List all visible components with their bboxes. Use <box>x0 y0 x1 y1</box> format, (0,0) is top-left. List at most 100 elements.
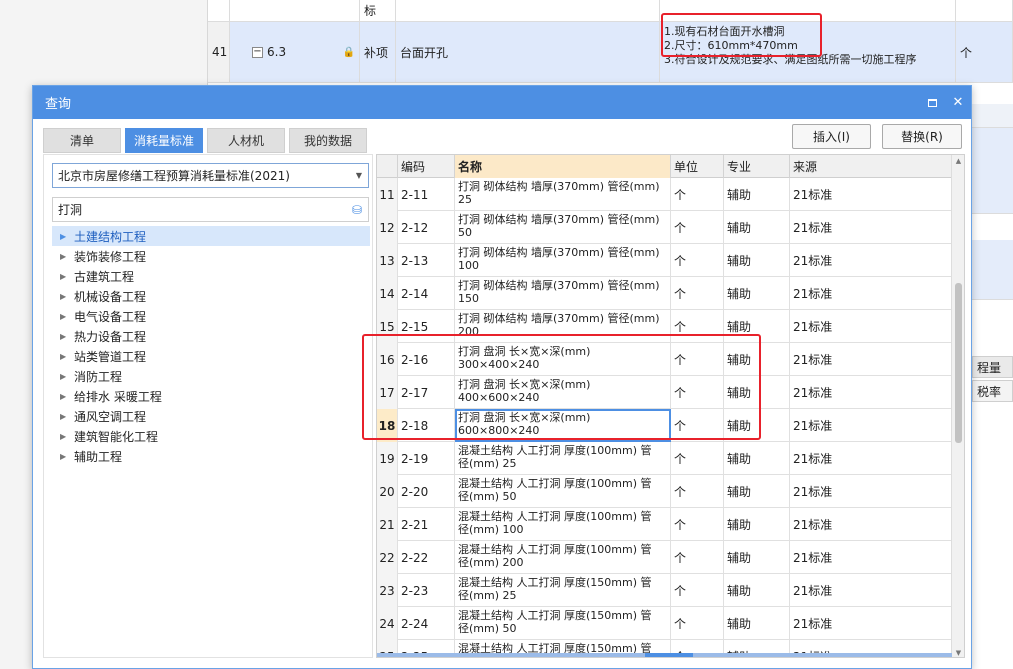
table-row[interactable]: 13 2-13 打洞 砌体结构 墙厚(370mm) 管径(mm) 100 个辅助 21标准 <box>377 244 952 277</box>
column-header-source[interactable]: 来源 <box>790 155 952 178</box>
expand-icon[interactable]: ▶ <box>60 412 74 421</box>
close-button[interactable]: ✕ <box>945 86 971 119</box>
unit-cell: 个 <box>671 574 724 607</box>
unit-cell: 个 <box>671 442 724 475</box>
horizontal-scrollbar-thumb[interactable] <box>645 653 693 657</box>
code-cell: 2-13 <box>398 244 455 277</box>
code-cell[interactable]: − 6.3 🔒 <box>230 22 360 82</box>
expand-icon[interactable]: ▶ <box>60 372 74 381</box>
table-row[interactable]: 12 2-12 打洞 砌体结构 墙厚(370mm) 管径(mm) 50 个辅助 21标准 <box>377 211 952 244</box>
unit-cell: 个 <box>956 22 1013 82</box>
table-row[interactable]: 19 2-19 混凝土结构 人工打洞 厚度(100mm) 管径(mm) 25 个辅助 2… <box>377 442 952 475</box>
name-line-1: 打洞 砌体结构 墙厚(370mm) 管径(mm) <box>458 279 660 292</box>
expand-icon[interactable]: ▶ <box>60 252 74 261</box>
library-select[interactable]: 北京市房屋修缮工程预算消耗量标准(2021) ▼ <box>52 163 369 188</box>
scroll-up-icon[interactable]: ▲ <box>952 155 964 167</box>
name-line-1: 打洞 砌体结构 墙厚(370mm) 管径(mm) <box>458 180 660 193</box>
tree-item[interactable]: ▶ 消防工程 <box>52 366 370 386</box>
source-cell: 21标准 <box>790 343 952 376</box>
column-header-major[interactable]: 专业 <box>724 155 790 178</box>
major-cell: 辅助 <box>724 178 790 211</box>
expand-icon[interactable]: ▶ <box>60 392 74 401</box>
table-row[interactable]: 14 2-14 打洞 砌体结构 墙厚(370mm) 管径(mm) 150 个辅助 21标准 <box>377 277 952 310</box>
source-cell: 21标准 <box>790 442 952 475</box>
name-line-1: 混凝土结构 人工打洞 厚度(100mm) 管 <box>458 444 652 457</box>
code-cell: 2-24 <box>398 607 455 640</box>
name-cell: 打洞 砌体结构 墙厚(370mm) 管径(mm) 150 <box>455 277 671 310</box>
expand-icon[interactable]: ▶ <box>60 312 74 321</box>
tree-item[interactable]: ▶ 机械设备工程 <box>52 286 370 306</box>
table-row[interactable]: 24 2-24 混凝土结构 人工打洞 厚度(150mm) 管径(mm) 50 个辅助 2… <box>377 607 952 640</box>
name-cell: 打洞 砌体结构 墙厚(370mm) 管径(mm) 50 <box>455 211 671 244</box>
tree-item[interactable]: ▶ 装饰装修工程 <box>52 246 370 266</box>
row-number: 14 <box>377 277 398 310</box>
row-number: 41 <box>208 22 230 82</box>
table-row[interactable]: 23 2-23 混凝土结构 人工打洞 厚度(150mm) 管径(mm) 25 个辅助 2… <box>377 574 952 607</box>
scrollbar-thumb[interactable] <box>955 283 962 443</box>
unit-cell: 个 <box>671 178 724 211</box>
name-cell: 混凝土结构 人工打洞 厚度(100mm) 管径(mm) 100 <box>455 508 671 541</box>
column-header-name[interactable]: 名称 <box>455 155 671 178</box>
code-cell: 2-21 <box>398 508 455 541</box>
tab-labor-material-machine[interactable]: 人材机 <box>207 128 286 153</box>
tree-item[interactable]: ▶ 热力设备工程 <box>52 326 370 346</box>
name-line-1: 混凝土结构 人工打洞 厚度(150mm) 管 <box>458 576 652 589</box>
scroll-down-icon[interactable]: ▼ <box>952 647 964 657</box>
tab-my-data[interactable]: 我的数据 <box>289 128 368 153</box>
table-row[interactable]: 22 2-22 混凝土结构 人工打洞 厚度(100mm) 管径(mm) 200 个辅助… <box>377 541 952 574</box>
table-row-41[interactable]: 41 − 6.3 🔒 补项 台面开孔 1.现有石材台面开水槽洞 2.尺寸：610… <box>208 22 1013 83</box>
maximize-button[interactable] <box>919 86 945 119</box>
code-cell: 2-20 <box>398 475 455 508</box>
name-line-2: 径(mm) 50 <box>458 622 517 635</box>
tree-item[interactable]: ▶ 土建结构工程 <box>52 226 370 246</box>
table-row[interactable]: 11 2-11 打洞 砌体结构 墙厚(370mm) 管径(mm) 25 个辅助 21标准 <box>377 178 952 211</box>
major-cell: 辅助 <box>724 475 790 508</box>
source-cell: 21标准 <box>790 376 952 409</box>
dialog-titlebar[interactable]: 查询 ✕ <box>33 86 971 119</box>
unit-cell: 个 <box>671 607 724 640</box>
dialog-title: 查询 <box>45 97 72 112</box>
tab-bar: 清单 消耗量标准 人材机 我的数据 <box>43 128 371 153</box>
expand-icon[interactable]: ▶ <box>60 232 74 241</box>
replace-button[interactable]: 替换(R) <box>882 124 962 149</box>
major-cell: 辅助 <box>724 211 790 244</box>
table-row[interactable]: 21 2-21 混凝土结构 人工打洞 厚度(100mm) 管径(mm) 100 个辅助… <box>377 508 952 541</box>
expand-icon[interactable]: ▶ <box>60 432 74 441</box>
major-cell: 辅助 <box>724 574 790 607</box>
column-header-code[interactable]: 编码 <box>398 155 455 178</box>
code-cell: 2-14 <box>398 277 455 310</box>
tree-item[interactable]: ▶ 辅助工程 <box>52 446 370 466</box>
code-cell: 2-19 <box>398 442 455 475</box>
unit-cell: 个 <box>671 277 724 310</box>
tree-item[interactable]: ▶ 通风空调工程 <box>52 406 370 426</box>
tab-bill[interactable]: 清单 <box>43 128 122 153</box>
expand-icon[interactable]: ▶ <box>60 452 74 461</box>
expand-icon[interactable]: ▶ <box>60 272 74 281</box>
expand-icon[interactable]: ▶ <box>60 332 74 341</box>
library-panel: 北京市房屋修缮工程预算消耗量标准(2021) ▼ 打洞 ⛁ ▶ 土建结构工程 ▶ 装… <box>43 154 373 658</box>
collapse-icon[interactable]: − <box>252 46 263 58</box>
source-cell: 21标准 <box>790 178 952 211</box>
code-cell: 2-12 <box>398 211 455 244</box>
tree-item[interactable]: ▶ 给排水 采暖工程 <box>52 386 370 406</box>
search-input[interactable]: 打洞 ⛁ <box>52 197 369 222</box>
horizontal-scrollbar[interactable] <box>377 653 952 657</box>
expand-icon[interactable]: ▶ <box>60 352 74 361</box>
vertical-scrollbar[interactable]: ▲ ▼ <box>951 155 964 657</box>
tree-item[interactable]: ▶ 古建筑工程 <box>52 266 370 286</box>
row-number: 22 <box>377 541 398 574</box>
insert-button[interactable]: 插入(I) <box>792 124 871 149</box>
tab-consumption-standard[interactable]: 消耗量标准 <box>125 128 204 153</box>
search-filter-icon[interactable]: ⛁ <box>352 203 362 217</box>
row-number: 13 <box>377 244 398 277</box>
source-cell: 21标准 <box>790 508 952 541</box>
table-row[interactable]: 标 <box>208 0 1013 22</box>
source-cell: 21标准 <box>790 607 952 640</box>
table-row[interactable]: 20 2-20 混凝土结构 人工打洞 厚度(100mm) 管径(mm) 50 个辅助 2… <box>377 475 952 508</box>
row-number: 11 <box>377 178 398 211</box>
column-header-unit[interactable]: 单位 <box>671 155 724 178</box>
tree-item[interactable]: ▶ 站类管道工程 <box>52 346 370 366</box>
tree-item[interactable]: ▶ 建筑智能化工程 <box>52 426 370 446</box>
tree-item[interactable]: ▶ 电气设备工程 <box>52 306 370 326</box>
expand-icon[interactable]: ▶ <box>60 292 74 301</box>
